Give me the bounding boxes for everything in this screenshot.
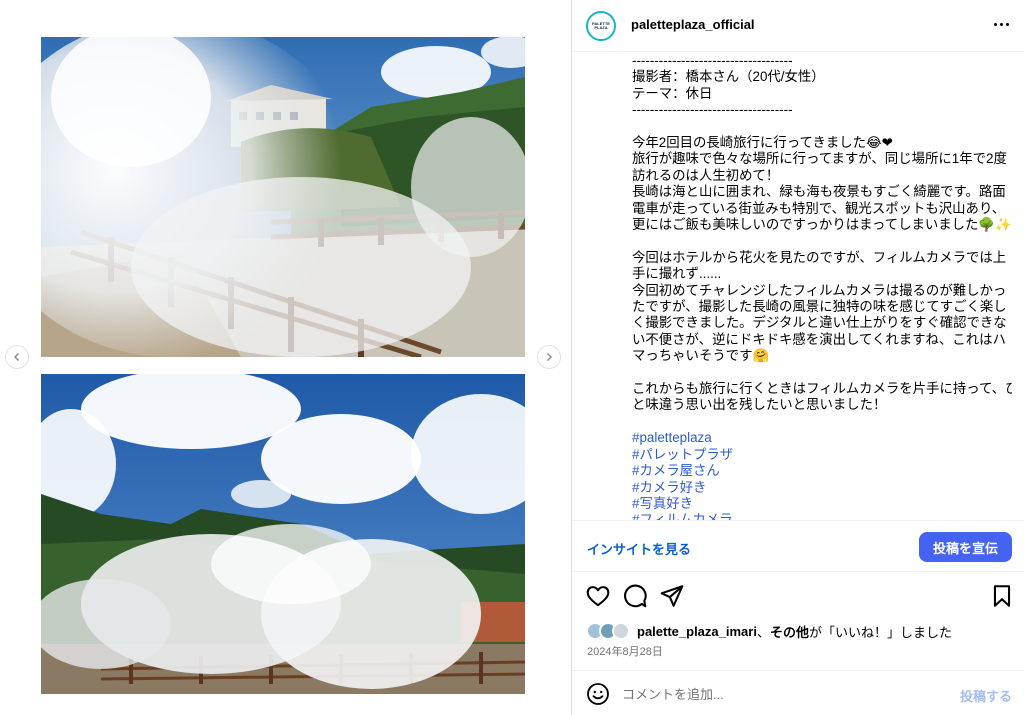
caption-line: 今年2回目の長崎旅行に行ってきました😂❤ <box>632 135 893 151</box>
username-link[interactable]: paletteplaza_official <box>631 17 755 32</box>
caption-line: マっちゃいそうです🤗 <box>632 348 770 364</box>
caption-line: ------------------------------------ <box>632 102 793 118</box>
caption-line: 旅行が趣味で色々な場所に行ってますが、同じ場所に1年で2度 <box>632 151 1007 167</box>
comment-bar: 投稿する <box>572 670 1024 715</box>
caption-line: 撮影者：橋本さん（20代/女性） <box>632 69 825 85</box>
caption-line: 今回はホテルから花火を見たのですが、フィルムカメラでは上 <box>632 249 1007 265</box>
likes-connector: 、 <box>756 624 770 640</box>
caption-text: ------------------------------------ 撮影者：… <box>632 53 1012 430</box>
hashtag-link[interactable]: #カメラ好き <box>632 480 1012 496</box>
photo-hot-spring-walkway[interactable] <box>41 37 525 357</box>
hashtag-link[interactable]: #写真好き <box>632 496 1012 512</box>
caption-line: く撮影できました。デジタルと違い仕上がりをすぐ確認できな <box>632 315 1007 331</box>
bookmark-icon[interactable] <box>989 583 1015 609</box>
post-header: PALETTE PLAZA paletteplaza_official <box>572 0 1024 52</box>
post-comment-button[interactable]: 投稿する <box>960 686 1012 705</box>
post-date[interactable]: 2024年8月28日 <box>587 643 663 659</box>
chevron-right-icon[interactable] <box>537 345 561 369</box>
hashtag-list: #paletteplaza #パレットプラザ #カメラ屋さん #カメラ好き #写真好き #… <box>632 430 1012 520</box>
heart-icon[interactable] <box>585 583 611 609</box>
likes-summary: palette_plaza_imari、その他 が「いいね！」しました <box>586 622 952 640</box>
caption: ------------------------------------ 撮影者：… <box>632 53 1012 520</box>
caption-line: テーマ：休日 <box>632 85 713 101</box>
caption-line: 手に撮れず...... <box>632 266 722 282</box>
hashtag-link[interactable]: #カメラ屋さん <box>632 463 1012 479</box>
caption-line <box>632 119 1012 135</box>
liker-avatar <box>612 622 630 640</box>
caption-line: 電車が走っている街並みも特別で、観光スポットも沢山あり、 <box>632 200 1006 216</box>
comment-icon[interactable] <box>622 583 648 609</box>
photo-steaming-valley[interactable] <box>41 374 525 694</box>
post-detail-panel: PALETTE PLAZA paletteplaza_official ----… <box>571 0 1024 715</box>
caption-line: これからも旅行に行くときはフィルムカメラを片手に持って、ひ <box>632 381 1012 397</box>
hashtag-link[interactable]: #パレットプラザ <box>632 447 1012 463</box>
insight-bar: インサイトを見る 投稿を宣伝 <box>572 520 1024 572</box>
liker-username[interactable]: palette_plaza_imari <box>637 624 757 639</box>
promote-post-button[interactable]: 投稿を宣伝 <box>919 532 1012 562</box>
action-bar <box>572 583 1024 611</box>
avatar-logo: PALETTE PLAZA <box>589 14 613 38</box>
caption-line <box>632 414 1012 430</box>
hashtag-link[interactable]: #フィルムカメラ <box>632 512 1012 520</box>
likes-suffix: が「いいね！」しました <box>808 624 952 640</box>
chevron-left-icon[interactable] <box>5 345 29 369</box>
likes-others-link[interactable]: その他 <box>770 622 809 641</box>
caption-line: と味違う思い出を残したいと思いました！ <box>632 397 887 413</box>
caption-line <box>632 233 1012 249</box>
caption-line: ------------------------------------ <box>632 53 793 68</box>
hashtag-link[interactable]: #paletteplaza <box>632 430 1012 446</box>
send-icon[interactable] <box>659 583 685 609</box>
caption-line: たですが、撮影した長崎の風景に独特の味を感じてすごく楽し <box>632 299 1007 315</box>
caption-line: 訪れるのは人生初めて！ <box>632 167 780 183</box>
avatar[interactable]: PALETTE PLAZA <box>586 11 616 41</box>
comment-input[interactable] <box>622 684 922 704</box>
caption-line: 更にはご飯も美味しいのですっかりはまってしまいました🌳✨ <box>632 217 1012 233</box>
media-panel <box>0 0 571 715</box>
smile-icon[interactable] <box>586 682 610 706</box>
caption-line <box>632 365 1012 381</box>
more-horizontal-icon[interactable] <box>991 14 1011 34</box>
caption-line: 今回初めてチャレンジしたフィルムカメラは撮るのが難しかっ <box>632 282 1007 298</box>
liker-avatars[interactable] <box>586 622 632 640</box>
view-insights-link[interactable]: インサイトを見る <box>587 539 691 558</box>
caption-line: 長崎は海と山に囲まれ、緑も海も夜景もすごく綺麗です。路面 <box>632 184 1006 200</box>
caption-line: い不便さが、逆にドキドキ感を演出してくれますね、これはハ <box>632 331 1006 347</box>
